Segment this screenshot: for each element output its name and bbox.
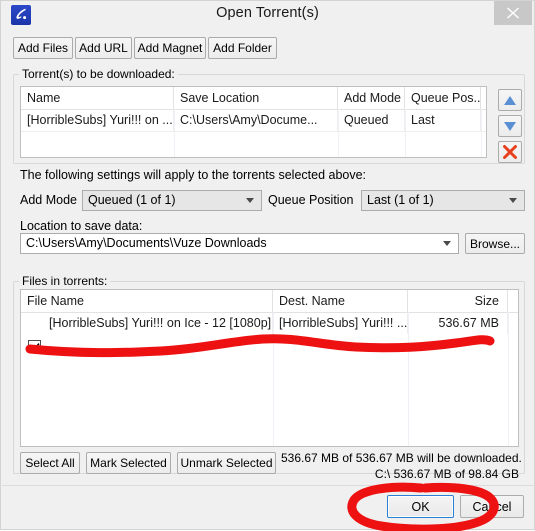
column-header-size[interactable]: Size [408, 290, 508, 312]
add-mode-select[interactable]: Queued (1 of 1) [82, 190, 262, 211]
files-group-label: Files in torrents: [19, 274, 111, 288]
add-folder-button[interactable]: Add Folder [208, 37, 277, 59]
triangle-up-icon [504, 96, 516, 105]
queue-position-label: Queue Position [268, 193, 354, 207]
red-x-icon [503, 145, 517, 159]
window-title: Open Torrent(s) [216, 5, 319, 21]
location-value: C:\Users\Amy\Documents\Vuze Downloads [26, 236, 267, 250]
chevron-down-icon [443, 241, 451, 246]
column-header-add-mode[interactable]: Add Mode [338, 87, 405, 109]
cell-file-name: [HorribleSubs] Yuri!!! on Ice - 12 [1080… [21, 313, 273, 334]
move-up-button[interactable] [498, 89, 522, 111]
cell-save-location: C:\Users\Amy\Docume... [174, 110, 338, 131]
browse-button[interactable]: Browse... [465, 233, 525, 254]
torrents-table-header: Name Save Location Add Mode Queue Pos... [21, 87, 486, 110]
queue-position-select[interactable]: Last (1 of 1) [361, 190, 525, 211]
close-button[interactable] [494, 1, 532, 25]
file-checkbox[interactable] [28, 340, 41, 353]
files-table-header: File Name Dest. Name Size [21, 290, 518, 313]
column-header-name[interactable]: Name [21, 87, 174, 109]
triangle-down-icon [504, 122, 516, 131]
cell-queue-pos: Last [405, 110, 481, 131]
add-magnet-button[interactable]: Add Magnet [134, 37, 206, 59]
column-header-spacer [481, 87, 486, 109]
column-header-spacer [508, 290, 518, 312]
open-torrents-dialog: Open Torrent(s) Add Files Add URL Add Ma… [0, 0, 535, 531]
torrents-group-label: Torrent(s) to be downloaded: [19, 67, 178, 81]
disk-space-status: C:\ 536.67 MB of 98.84 GB [374, 467, 519, 481]
files-table[interactable]: File Name Dest. Name Size [HorribleSubs]… [20, 289, 519, 447]
chevron-down-icon [509, 198, 517, 203]
cell-size: 536.67 MB [408, 313, 508, 334]
footer-divider [2, 485, 535, 486]
cell-add-mode: Queued [338, 110, 405, 131]
location-label: Location to save data: [20, 219, 143, 233]
add-url-button[interactable]: Add URL [75, 37, 132, 59]
cell-dest-name: [HorribleSubs] Yuri!!! ... [273, 313, 408, 334]
table-row[interactable]: [HorribleSubs] Yuri!!! on ... C:\Users\A… [21, 110, 486, 131]
column-header-dest-name[interactable]: Dest. Name [273, 290, 408, 312]
queue-position-value: Last (1 of 1) [367, 193, 434, 207]
location-select[interactable]: C:\Users\Amy\Documents\Vuze Downloads [20, 233, 459, 254]
settings-note: The following settings will apply to the… [20, 168, 367, 182]
title-bar: Open Torrent(s) [1, 1, 534, 31]
cell-name: [HorribleSubs] Yuri!!! on ... [21, 110, 174, 131]
add-files-button[interactable]: Add Files [13, 37, 73, 59]
column-header-save-location[interactable]: Save Location [174, 87, 338, 109]
remove-button[interactable] [498, 141, 522, 163]
add-mode-label: Add Mode [20, 193, 77, 207]
unmark-selected-button[interactable]: Unmark Selected [177, 452, 276, 474]
column-header-file-name[interactable]: File Name [21, 290, 273, 312]
column-header-queue-pos[interactable]: Queue Pos... [405, 87, 481, 109]
add-mode-value: Queued (1 of 1) [88, 193, 176, 207]
check-icon [30, 343, 40, 352]
move-down-button[interactable] [498, 115, 522, 137]
torrents-table[interactable]: Name Save Location Add Mode Queue Pos...… [20, 86, 487, 158]
download-size-status: 536.67 MB of 536.67 MB will be downloade… [281, 451, 522, 465]
select-all-button[interactable]: Select All [20, 452, 80, 474]
ok-button[interactable]: OK [387, 495, 454, 518]
table-row[interactable]: [HorribleSubs] Yuri!!! on Ice - 12 [1080… [21, 313, 518, 353]
cancel-button[interactable]: Cancel [460, 495, 524, 518]
row-divider [21, 131, 486, 132]
chevron-down-icon [246, 198, 254, 203]
mark-selected-button[interactable]: Mark Selected [86, 452, 171, 474]
